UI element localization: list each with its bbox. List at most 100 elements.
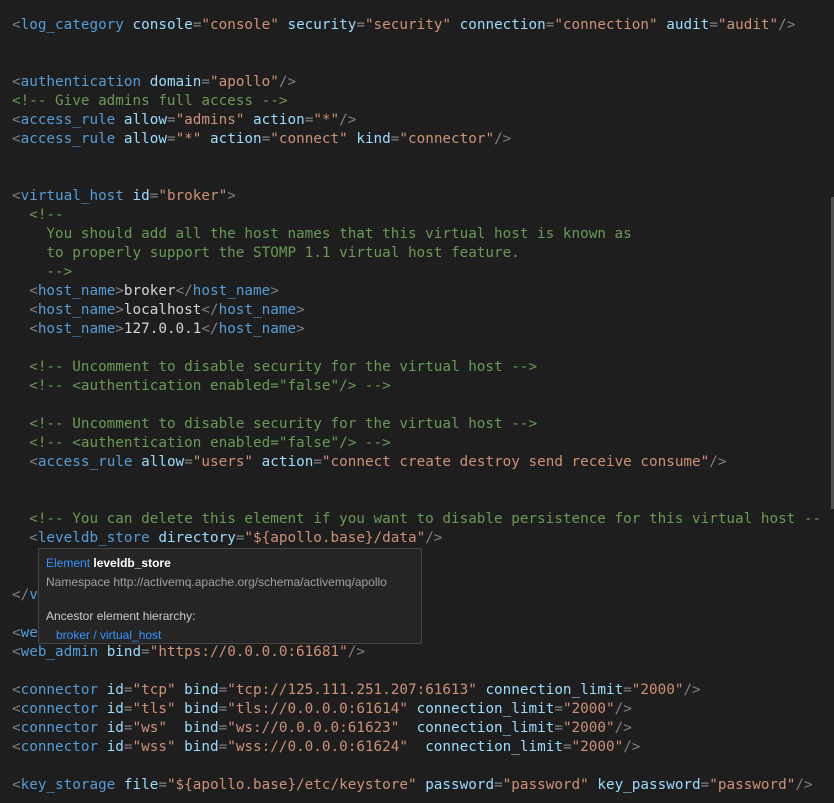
code-token: access_rule [37, 454, 133, 470]
code-token: connection [459, 17, 546, 33]
code-token: "audit" [717, 17, 779, 33]
code-line[interactable]: <access_rule allow="*" action="connect" … [12, 130, 511, 149]
code-token: kind [356, 131, 391, 147]
code-token: > [227, 188, 236, 204]
code-token: = [261, 131, 271, 147]
code-line[interactable]: <virtual_host id="broker"> [12, 187, 236, 206]
code-token: "tcp://125.111.251.207:61613" [227, 682, 477, 698]
code-token: <!-- Uncomment to disable security for t… [29, 359, 538, 375]
code-token: "users" [192, 454, 254, 470]
code-token: "2000" [562, 701, 615, 717]
code-token: </ [175, 283, 193, 299]
code-line[interactable]: You should add all the host names that t… [12, 225, 631, 244]
code-line[interactable]: <!-- [12, 206, 63, 225]
code-line[interactable]: <connector id="tls" bind="tls://0.0.0.0:… [12, 700, 632, 719]
code-token: bind [184, 682, 219, 698]
code-token: action [261, 454, 314, 470]
code-token: </ [201, 302, 219, 318]
code-token: = [166, 131, 176, 147]
code-token: connection_limit [485, 682, 624, 698]
code-line[interactable]: <!-- <authentication enabled="false"/> -… [12, 377, 391, 396]
code-token: = [123, 682, 133, 698]
code-line[interactable]: <host_name>broker</host_name> [12, 282, 279, 301]
code-line[interactable]: <access_rule allow="users" action="conne… [12, 453, 726, 472]
code-editor[interactable]: <log_category console="console" security… [0, 0, 834, 803]
code-token: < [12, 720, 21, 736]
code-line[interactable]: <web_admin bind="https://0.0.0.0:61681"/… [12, 643, 365, 662]
code-line[interactable]: <connector id="ws" bind="ws://0.0.0.0:61… [12, 719, 632, 738]
code-token: /> [623, 739, 641, 755]
code-token: allow [141, 454, 185, 470]
code-line[interactable]: --> [12, 263, 72, 282]
code-token: "*" [175, 131, 202, 147]
tooltip-element-name: leveldb_store [93, 556, 171, 570]
code-line[interactable]: <!-- You can delete this element if you … [12, 510, 821, 529]
code-token: = [554, 701, 563, 717]
code-line[interactable]: <access_rule allow="admins" action="*"/> [12, 111, 356, 130]
code-line[interactable]: <we [12, 624, 38, 643]
code-token: "ws://0.0.0.0:61623" [227, 720, 400, 736]
code-token: allow [123, 131, 167, 147]
code-line[interactable]: <connector id="tcp" bind="tcp://125.111.… [12, 681, 701, 700]
code-token: password [425, 777, 495, 793]
code-token: = [166, 112, 176, 128]
code-line[interactable]: </v [12, 586, 38, 605]
code-token: console [132, 17, 193, 33]
code-token: /> [278, 74, 297, 90]
code-line[interactable]: <host_name>localhost</host_name> [12, 301, 304, 320]
code-token: <!-- Give admins full access --> [12, 93, 288, 109]
code-token: < [12, 682, 21, 698]
code-line[interactable]: <connector id="wss" bind="wss://0.0.0.0:… [12, 738, 640, 757]
code-line[interactable]: <key_storage file="${apollo.base}/etc/ke… [12, 776, 813, 795]
code-token: "connection" [554, 17, 658, 33]
code-line[interactable]: to properly support the STOMP 1.1 virtua… [12, 244, 519, 263]
code-line[interactable]: <leveldb_store directory="${apollo.base}… [12, 529, 442, 548]
code-token: "${apollo.base}/data" [244, 530, 426, 546]
code-token: bind [184, 739, 219, 755]
code-line[interactable]: <!-- Give admins full access --> [12, 92, 287, 111]
code-token: /> [614, 701, 632, 717]
code-token: < [29, 530, 38, 546]
code-line[interactable]: <log_category console = "console" security… [12, 16, 795, 35]
code-line[interactable]: <host_name>127.0.0.1</host_name> [12, 320, 304, 339]
code-token: /> [795, 777, 813, 793]
code-token: host_name [192, 283, 271, 299]
tooltip-ancestor-path[interactable]: broker / virtual_host [46, 627, 414, 643]
code-token: "2000" [631, 682, 684, 698]
code-token: "admins" [175, 112, 245, 128]
code-token: connector [20, 682, 99, 698]
code-token: <!-- <authentication enabled="false"/> -… [29, 378, 391, 394]
code-token: host_name [37, 283, 116, 299]
code-line[interactable]: <!-- Uncomment to disable security for t… [12, 415, 537, 434]
code-token: < [29, 302, 38, 318]
code-token: "wss" [132, 739, 176, 755]
code-token: "password" [709, 777, 796, 793]
code-token: > [115, 321, 124, 337]
code-token: v [29, 587, 38, 603]
code-token: /> [339, 112, 357, 128]
code-token: id [106, 720, 124, 736]
code-line[interactable]: <!-- Uncomment to disable security for t… [12, 358, 537, 377]
code-line[interactable]: <authentication domain="apollo"/> [12, 73, 296, 92]
code-token: </ [201, 321, 219, 337]
code-token: = [218, 682, 228, 698]
code-token: = [218, 701, 228, 717]
code-token: = [123, 739, 133, 755]
tooltip-namespace: Namespace http://activemq.apache.org/sch… [46, 575, 387, 589]
code-token: audit [666, 17, 710, 33]
code-token: "connector" [399, 131, 495, 147]
code-token: = [356, 17, 365, 33]
code-token: "tls" [132, 701, 176, 717]
code-line[interactable]: <!-- <authentication enabled="false"/> -… [12, 434, 391, 453]
code-token: < [12, 112, 21, 128]
